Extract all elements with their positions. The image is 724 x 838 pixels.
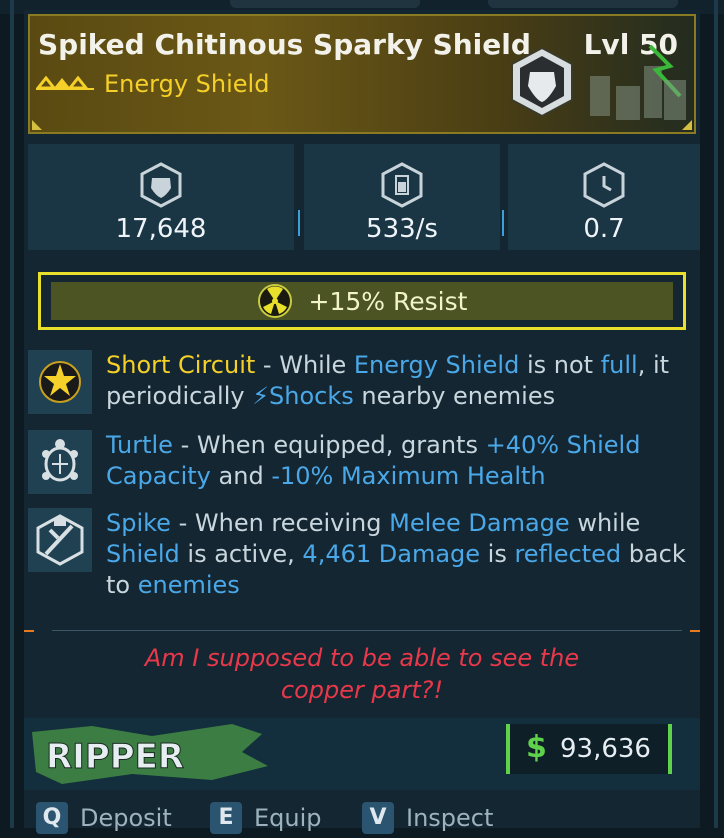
rarity-type: Energy Shield (104, 70, 270, 98)
frame-left-edge (10, 0, 14, 828)
stat-value: 0.7 (583, 214, 625, 244)
perk-text-segment: is active, (179, 540, 303, 568)
perk-text-segment: nearby enemies (353, 382, 556, 410)
shield-capacity-icon (140, 162, 182, 208)
action-bar: Q Deposit E Equip V Inspect (24, 800, 700, 838)
item-header: Spiked Chitinous Sparky Shield Lvl 50 En… (28, 14, 696, 134)
perk-description: Spike - When receiving Melee Damage whil… (106, 508, 692, 601)
perk-icon-box (28, 350, 92, 414)
perk-text-segment: while (569, 509, 641, 537)
recharge-delay-icon (583, 162, 625, 208)
turtle-icon (42, 439, 78, 482)
perk-icon-box (28, 430, 92, 494)
perk-name: Short Circuit (106, 351, 256, 379)
keyword: Shield (106, 540, 180, 568)
frame-right-edge (714, 0, 718, 828)
section-divider (24, 630, 700, 632)
rarity-row: Energy Shield (36, 70, 269, 98)
rarity-chevrons-icon (36, 76, 94, 90)
equip-action[interactable]: E Equip (210, 802, 322, 834)
price-value: 93,636 (560, 734, 651, 764)
background-tab (230, 0, 420, 8)
keyword: Energy Shield (353, 351, 520, 379)
corner-mark (682, 120, 692, 130)
currency-icon: $ (526, 730, 547, 765)
perk-turtle: Turtle - When equipped, grants +40% Shie… (24, 430, 700, 500)
stat-recharge-delay: 0.7 (508, 144, 700, 250)
price-box: $ 93,636 (506, 724, 672, 774)
keyword: reflected (514, 540, 622, 568)
perk-icon-box (28, 508, 92, 572)
perk-description: Short Circuit - While Energy Shield is n… (106, 350, 692, 412)
deposit-action[interactable]: Q Deposit (36, 802, 172, 834)
price-bar (668, 724, 672, 774)
item-card: Spiked Chitinous Sparky Shield Lvl 50 En… (24, 10, 700, 834)
footer-bar: RIPPER $ 93,636 (24, 718, 700, 790)
keyword: Melee Damage (389, 509, 570, 537)
perk-text-segment: is (480, 540, 515, 568)
perk-text-segment: and (210, 462, 272, 490)
key-hint: Q (36, 802, 68, 834)
stat-shield-capacity: 17,648 (28, 144, 294, 250)
recharge-rate-icon (381, 162, 423, 208)
spike-icon (36, 514, 84, 566)
perk-description: Turtle - When equipped, grants +40% Shie… (106, 430, 692, 492)
perk-name: Spike (106, 509, 171, 537)
keyword: ⚡Shocks (252, 382, 354, 410)
resist-text: +15% Resist (308, 286, 468, 316)
stat-value: 17,648 (115, 214, 207, 244)
inspect-action[interactable]: V Inspect (362, 802, 493, 834)
short-circuit-icon (39, 361, 81, 403)
resist-box: +15% Resist (38, 272, 686, 330)
stats-row: 17,648 533/s 0.7 (28, 144, 700, 250)
stat-recharge-rate: 533/s (304, 144, 500, 250)
radiation-icon (257, 284, 292, 318)
shield-type-icon (511, 46, 573, 118)
manufacturer-name: RIPPER (46, 737, 184, 777)
perk-text-segment: - When equipped, grants (172, 431, 486, 459)
perk-text-segment: - While (255, 351, 354, 379)
item-name: Spiked Chitinous Sparky Shield (38, 28, 531, 61)
manufacturer-logo: RIPPER (32, 724, 268, 784)
stat-divider (298, 210, 300, 236)
perk-text-segment: is not (519, 351, 601, 379)
manufacturer-art-icon (590, 44, 686, 120)
keyword: enemies (137, 571, 240, 599)
price-bar (506, 724, 510, 774)
resist-inner: +15% Resist (51, 282, 673, 320)
keyword: -10% Maximum Health (271, 462, 546, 490)
flavor-text: Am I supposed to be able to see the copp… (144, 644, 580, 704)
stat-divider (502, 210, 504, 236)
perk-name: Turtle (106, 431, 173, 459)
corner-mark (32, 120, 42, 130)
keyword: 4,461 Damage (302, 540, 481, 568)
perk-short-circuit: Short Circuit - While Energy Shield is n… (24, 350, 700, 420)
perk-text-segment: - When receiving (170, 509, 390, 537)
background-tab (488, 0, 678, 8)
stat-value: 533/s (366, 214, 438, 244)
perk-spike: Spike - When receiving Melee Damage whil… (24, 508, 700, 608)
key-hint: V (362, 802, 394, 834)
keyword: full (600, 351, 638, 379)
key-hint: E (210, 802, 242, 834)
